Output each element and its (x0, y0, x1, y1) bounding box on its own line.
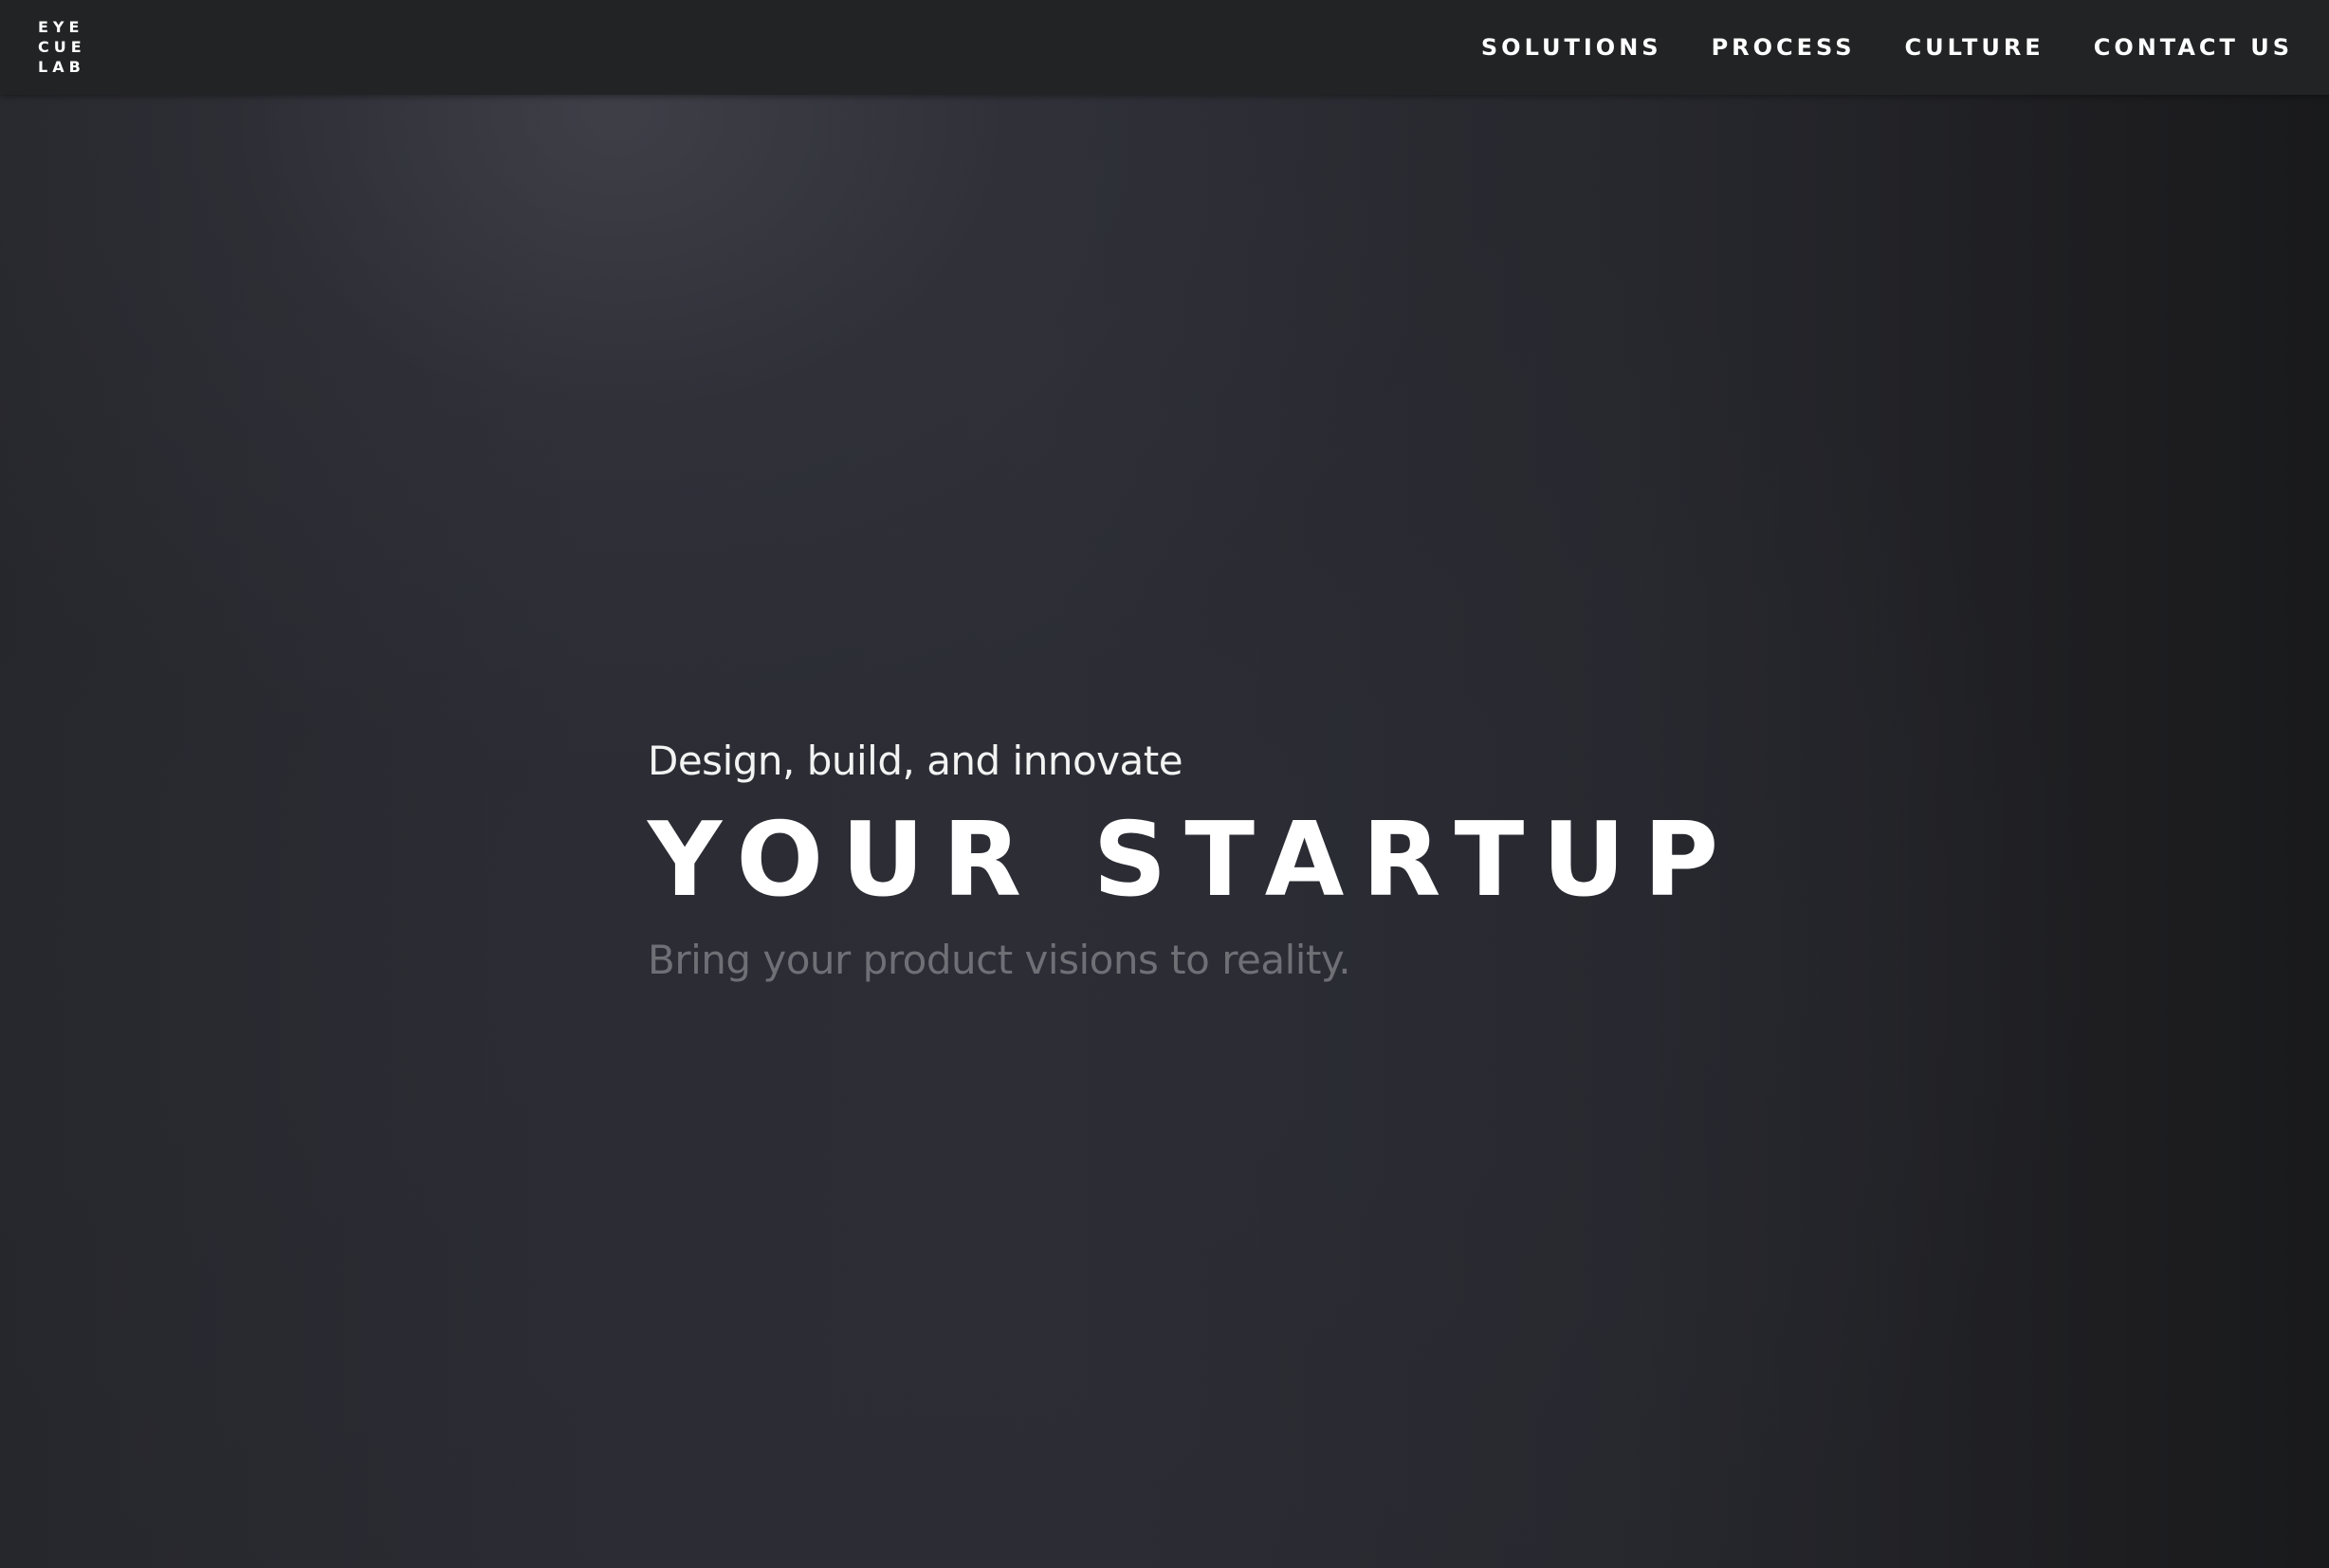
hero-tagline: Design, build, and innovate (648, 738, 1183, 784)
nav-link-contact-us[interactable]: CONTACT US (2094, 34, 2293, 61)
logo-line-2: CUE (38, 38, 86, 56)
logo-line-3: LAB (38, 58, 85, 76)
top-navbar: EYE CUE LAB SOLUTIONS PROCESS CULTURE CO… (0, 0, 2329, 95)
hero-content: Design, build, and innovate YOUR STARTUP… (648, 735, 1880, 987)
hero-headline: YOUR STARTUP (648, 801, 1737, 920)
main-nav: SOLUTIONS PROCESS CULTURE CONTACT US (1481, 0, 2293, 95)
nav-link-solutions[interactable]: SOLUTIONS (1481, 34, 1662, 61)
nav-link-process[interactable]: PROCESS (1712, 34, 1856, 61)
site-logo[interactable]: EYE CUE LAB (38, 19, 95, 76)
logo-line-1: EYE (38, 18, 84, 36)
hero-subtitle: Bring your product visions to reality. (648, 937, 1351, 983)
nav-link-culture[interactable]: CULTURE (1905, 34, 2045, 61)
